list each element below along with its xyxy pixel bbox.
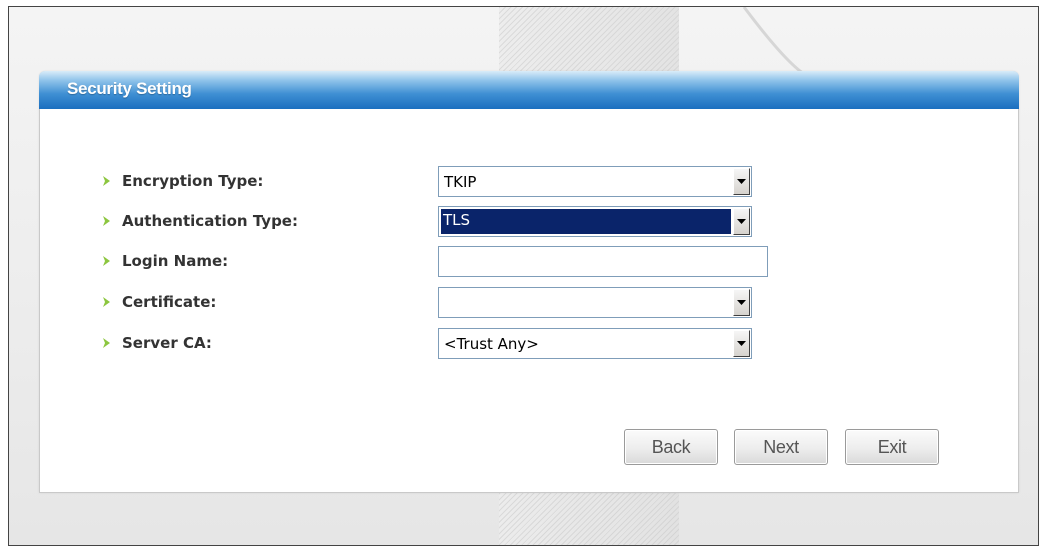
security-setting-panel: Security Setting Encryption Type: TKIP A… — [39, 71, 1019, 493]
encryption-type-row: Encryption Type: TKIP — [100, 166, 800, 198]
dropdown-arrow-icon — [737, 341, 746, 346]
certificate-label-group: Certificate: — [100, 293, 216, 311]
exit-button[interactable]: Exit — [845, 429, 939, 465]
back-button[interactable]: Back — [624, 429, 718, 465]
green-arrow-bullet-icon — [103, 297, 110, 307]
encryption-type-label-group: Encryption Type: — [100, 172, 263, 190]
login-name-label: Login Name: — [122, 252, 229, 270]
server-ca-label: Server CA: — [122, 334, 212, 352]
authentication-type-dropdown-button[interactable] — [733, 208, 750, 235]
server-ca-row: Server CA: <Trust Any> — [100, 328, 800, 360]
certificate-row: Certificate: — [100, 287, 800, 319]
authentication-type-value: TLS — [443, 211, 471, 229]
selection-highlight — [441, 209, 731, 234]
server-ca-label-group: Server CA: — [100, 334, 212, 352]
server-ca-dropdown-button[interactable] — [733, 330, 750, 357]
certificate-dropdown-button[interactable] — [733, 289, 750, 316]
wizard-window: Security Setting Encryption Type: TKIP A… — [8, 6, 1039, 546]
login-name-label-group: Login Name: — [100, 252, 228, 270]
encryption-type-value: TKIP — [444, 173, 477, 191]
authentication-type-label: Authentication Type: — [122, 212, 298, 230]
dropdown-arrow-icon — [737, 179, 746, 184]
encryption-type-select[interactable]: TKIP — [438, 166, 752, 197]
next-button[interactable]: Next — [734, 429, 828, 465]
authentication-type-select[interactable]: TLS — [438, 206, 752, 237]
panel-header: Security Setting — [39, 71, 1019, 109]
authentication-type-label-group: Authentication Type: — [100, 212, 298, 230]
encryption-type-dropdown-button[interactable] — [733, 168, 750, 195]
server-ca-select[interactable]: <Trust Any> — [438, 328, 752, 359]
green-arrow-bullet-icon — [103, 176, 110, 186]
login-name-input[interactable] — [438, 246, 768, 277]
green-arrow-bullet-icon — [103, 216, 110, 226]
login-name-row: Login Name: — [100, 246, 800, 278]
certificate-select[interactable] — [438, 287, 752, 318]
encryption-type-label: Encryption Type: — [122, 172, 264, 190]
authentication-type-row: Authentication Type: TLS — [100, 206, 800, 238]
certificate-label: Certificate: — [122, 293, 217, 311]
green-arrow-bullet-icon — [103, 256, 110, 266]
green-arrow-bullet-icon — [103, 338, 110, 348]
dropdown-arrow-icon — [737, 300, 746, 305]
server-ca-value: <Trust Any> — [444, 335, 539, 353]
panel-title: Security Setting — [67, 79, 192, 98]
dropdown-arrow-icon — [737, 219, 746, 224]
